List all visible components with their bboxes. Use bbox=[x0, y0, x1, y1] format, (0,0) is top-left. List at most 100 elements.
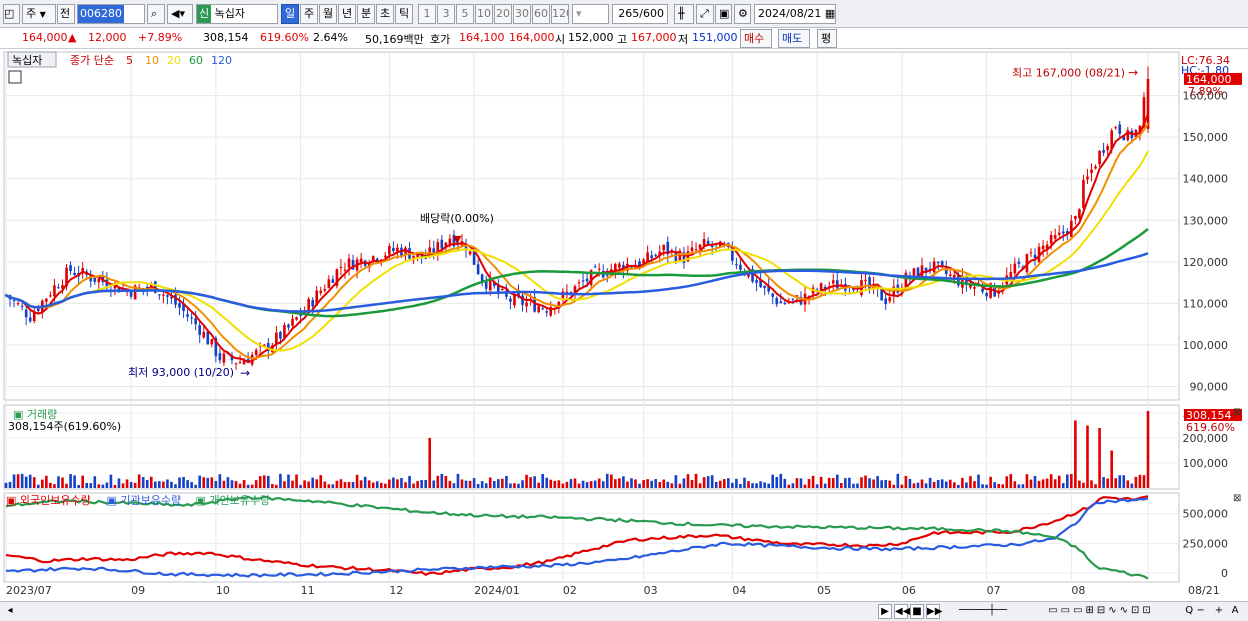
forward-icon[interactable]: ▶▶ bbox=[926, 604, 942, 619]
prev-button[interactable]: 전 bbox=[57, 4, 75, 24]
volume-bar bbox=[747, 481, 750, 488]
tab-week[interactable]: 주 bbox=[300, 4, 318, 24]
volume-bar bbox=[553, 480, 557, 488]
count-field[interactable]: 265/600 bbox=[612, 4, 668, 24]
date-value: 2024/08/21 bbox=[758, 7, 822, 20]
x-tick-label: 12 bbox=[389, 584, 403, 597]
zoom-in-icon[interactable]: + bbox=[1212, 604, 1226, 619]
volume-bar bbox=[404, 482, 407, 488]
date-input[interactable]: 2024/08/21 ▦ bbox=[754, 4, 836, 24]
candle-body bbox=[1078, 209, 1081, 219]
volume-bar bbox=[872, 479, 875, 488]
tab-tick[interactable]: 틱 bbox=[395, 4, 413, 24]
stock-code-input[interactable]: 006280 bbox=[77, 4, 145, 24]
volume-bar bbox=[36, 484, 40, 488]
volume-bar bbox=[1061, 483, 1065, 488]
speaker-icon[interactable]: ◀▾ bbox=[167, 4, 193, 24]
stock-name-field[interactable]: 신 녹십자 bbox=[196, 4, 278, 24]
draw-tool-icon[interactable]: ⤢ bbox=[696, 4, 714, 24]
volume-bar bbox=[210, 477, 214, 488]
volume-bar bbox=[856, 483, 859, 488]
trade-amount: 50,169백만 bbox=[365, 33, 424, 46]
holding-legend-2: ▣ 개인보유수량 bbox=[196, 494, 271, 507]
interval-button-60[interactable]: 60 bbox=[532, 4, 550, 24]
candle-body bbox=[932, 261, 936, 273]
candle-body bbox=[1118, 124, 1122, 134]
volume-bar bbox=[852, 483, 855, 488]
font-size-icon[interactable]: A bbox=[1228, 604, 1242, 619]
volume-bar bbox=[702, 477, 706, 488]
scroll-bar[interactable]: ◂ ▶ ◀◀ ■ ▶▶ ─────┼── ▭▭▭⊞⊟∿∿⊡⊡ Q − + A bbox=[0, 601, 1248, 621]
volume-bar bbox=[573, 478, 577, 488]
zoom-slider[interactable]: ─────┼── bbox=[948, 604, 1018, 619]
close-icon[interactable]: ⊠ bbox=[1233, 493, 1241, 504]
interval-button-5[interactable]: 5 bbox=[456, 4, 474, 24]
tab-month[interactable]: 월 bbox=[319, 4, 337, 24]
tab-day[interactable]: 일 bbox=[281, 4, 299, 24]
tab-year[interactable]: 년 bbox=[338, 4, 356, 24]
tab-minute[interactable]: 분 bbox=[357, 4, 375, 24]
window-menu-icon[interactable]: ◰ bbox=[3, 4, 20, 24]
candle-body bbox=[1070, 220, 1073, 238]
candle-type-icon[interactable]: ╫ bbox=[674, 4, 694, 24]
interval-button-20[interactable]: 20 bbox=[494, 4, 512, 24]
stop-icon[interactable]: ■ bbox=[910, 604, 924, 619]
search-icon[interactable]: ⌕ bbox=[147, 4, 165, 24]
layout-icons[interactable]: ▭▭▭⊞⊟∿∿⊡⊡ bbox=[1026, 604, 1176, 619]
interval-button-1[interactable]: 1 bbox=[418, 4, 436, 24]
close-icon[interactable]: ⊠ bbox=[1233, 407, 1241, 418]
candle-body bbox=[339, 266, 343, 268]
play-icon[interactable]: ▶ bbox=[878, 604, 892, 619]
interval-button-10[interactable]: 10 bbox=[475, 4, 493, 24]
volume-bar bbox=[1045, 478, 1049, 488]
save-icon[interactable]: ▣ bbox=[715, 4, 732, 24]
x-tick-label: 09 bbox=[131, 584, 145, 597]
volume-bar bbox=[525, 474, 528, 488]
interval-button-30[interactable]: 30 bbox=[513, 4, 531, 24]
rewind-icon[interactable]: ◀◀ bbox=[894, 604, 910, 619]
volume-bar bbox=[718, 480, 722, 488]
gear-icon[interactable]: ⚙ bbox=[734, 4, 751, 24]
volume-value: 308,154 bbox=[203, 31, 249, 44]
scroll-left-icon[interactable]: ◂ bbox=[3, 604, 17, 619]
volume-bar bbox=[218, 474, 222, 488]
volume-bar bbox=[16, 474, 20, 488]
sell-button[interactable]: 매도 bbox=[778, 29, 810, 48]
volume-bar bbox=[787, 484, 791, 488]
volume-bar bbox=[69, 474, 72, 488]
volume-bar bbox=[513, 483, 516, 488]
chart-area[interactable]: 90,000 100,000 110,000 120,000 130,000 140,00… bbox=[0, 50, 1248, 605]
volume-bar bbox=[985, 484, 988, 488]
volume-bar bbox=[432, 480, 436, 488]
calendar-icon[interactable]: ▦ bbox=[825, 7, 835, 20]
tab-second[interactable]: 초 bbox=[376, 4, 394, 24]
volume-bar bbox=[944, 481, 948, 488]
valuation-button[interactable]: 평 bbox=[817, 29, 837, 48]
candle-body bbox=[1013, 263, 1017, 274]
interval-button-120[interactable]: 120 bbox=[551, 4, 569, 24]
volume-bar bbox=[848, 477, 851, 488]
volume-bar bbox=[634, 479, 637, 488]
interval-button-3[interactable]: 3 bbox=[437, 4, 455, 24]
zoom-out-icon[interactable]: Q − bbox=[1180, 604, 1210, 619]
candle-body bbox=[775, 297, 779, 305]
volume-bar bbox=[1114, 478, 1118, 488]
candle-body bbox=[597, 268, 601, 270]
volume-bar bbox=[811, 475, 815, 488]
count-value: 265 bbox=[618, 7, 640, 20]
volume-bar bbox=[739, 483, 742, 488]
volume-bar bbox=[577, 483, 581, 488]
volume-bar bbox=[666, 481, 670, 488]
buy-button[interactable]: 매수 bbox=[740, 29, 772, 48]
volume-bar bbox=[291, 480, 294, 488]
volume-bar bbox=[492, 481, 496, 488]
volume-bar bbox=[1078, 480, 1081, 488]
period-type-select[interactable]: 주 ▼ bbox=[22, 4, 56, 24]
legend-stock-name: 녹십자 bbox=[12, 54, 42, 67]
calculator-icon[interactable] bbox=[8, 70, 22, 84]
interval-select[interactable]: ▾ bbox=[572, 4, 609, 24]
volume-bar bbox=[133, 482, 137, 488]
volume-bar bbox=[246, 484, 250, 488]
holding-tick-label: 500,000 bbox=[1183, 508, 1229, 521]
volume-bar bbox=[892, 484, 896, 488]
